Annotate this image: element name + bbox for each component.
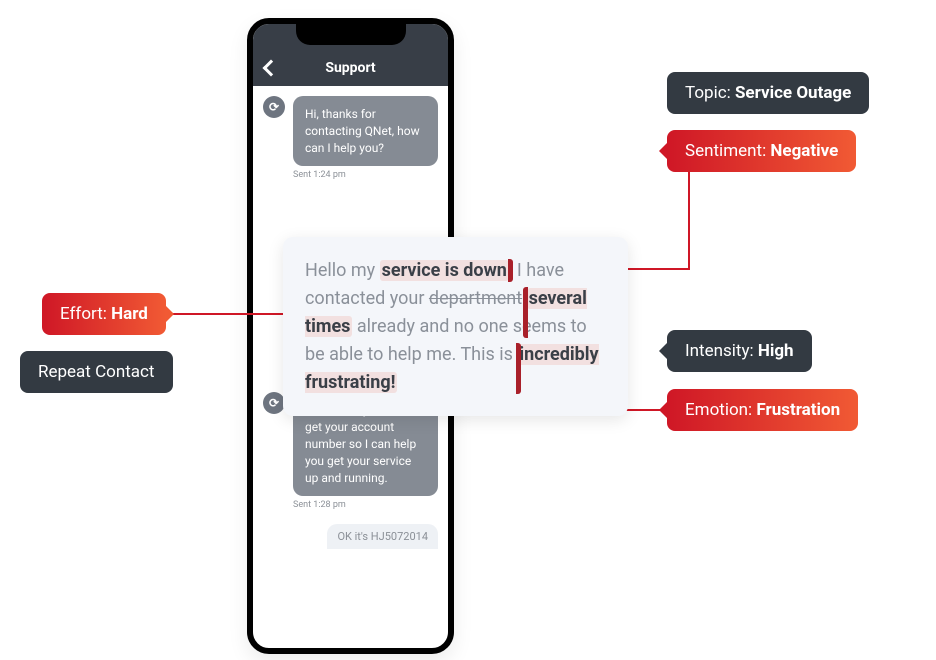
tag-label: Emotion: — [685, 400, 756, 420]
tag-repeat-contact: Repeat Contact — [20, 351, 173, 393]
message-agent-1: ⟳ Hi, thanks for contacting QNet, how ca… — [263, 96, 438, 166]
tag-topic: Topic: Service Outage — [667, 72, 869, 114]
msg-text: Hello my — [305, 260, 380, 281]
tag-label: Effort: — [60, 304, 111, 324]
user-reply-truncated: OK it's HJ5072014 — [327, 524, 438, 549]
tag-value: Service Outage — [735, 83, 851, 103]
msg-text-strike: department — [429, 288, 522, 309]
app-title: Support — [325, 60, 375, 76]
tag-effort: Effort: Hard — [42, 293, 166, 335]
highlight-service-down: service is down — [380, 260, 509, 281]
tag-sentiment: Sentiment: Negative — [667, 130, 856, 172]
connector-line — [688, 170, 690, 270]
tag-label: Sentiment: — [685, 141, 770, 161]
connector-line — [628, 268, 690, 270]
back-icon[interactable] — [263, 60, 280, 77]
tag-emotion: Emotion: Frustration — [667, 389, 858, 431]
tag-label: Topic: — [685, 83, 735, 103]
user-message-enlarged: Hello my service is down, I have contact… — [283, 237, 628, 416]
tag-value: Negative — [770, 141, 838, 161]
tag-intensity: Intensity: High — [667, 330, 812, 372]
sent-time-1: Sent 1:24 pm — [293, 170, 438, 180]
tag-value: Frustration — [756, 400, 840, 420]
agent-avatar-icon: ⟳ — [263, 96, 285, 118]
tag-value: Hard — [111, 304, 148, 324]
agent-avatar-icon: ⟳ — [263, 392, 285, 414]
tag-label: Intensity: — [685, 341, 758, 361]
phone-notch — [296, 23, 406, 45]
tag-label: Repeat Contact — [38, 362, 155, 382]
tag-value: High — [758, 341, 794, 361]
agent-bubble: Hi, thanks for contacting QNet, how can … — [293, 96, 438, 166]
sent-time-2: Sent 1:28 pm — [293, 500, 438, 510]
